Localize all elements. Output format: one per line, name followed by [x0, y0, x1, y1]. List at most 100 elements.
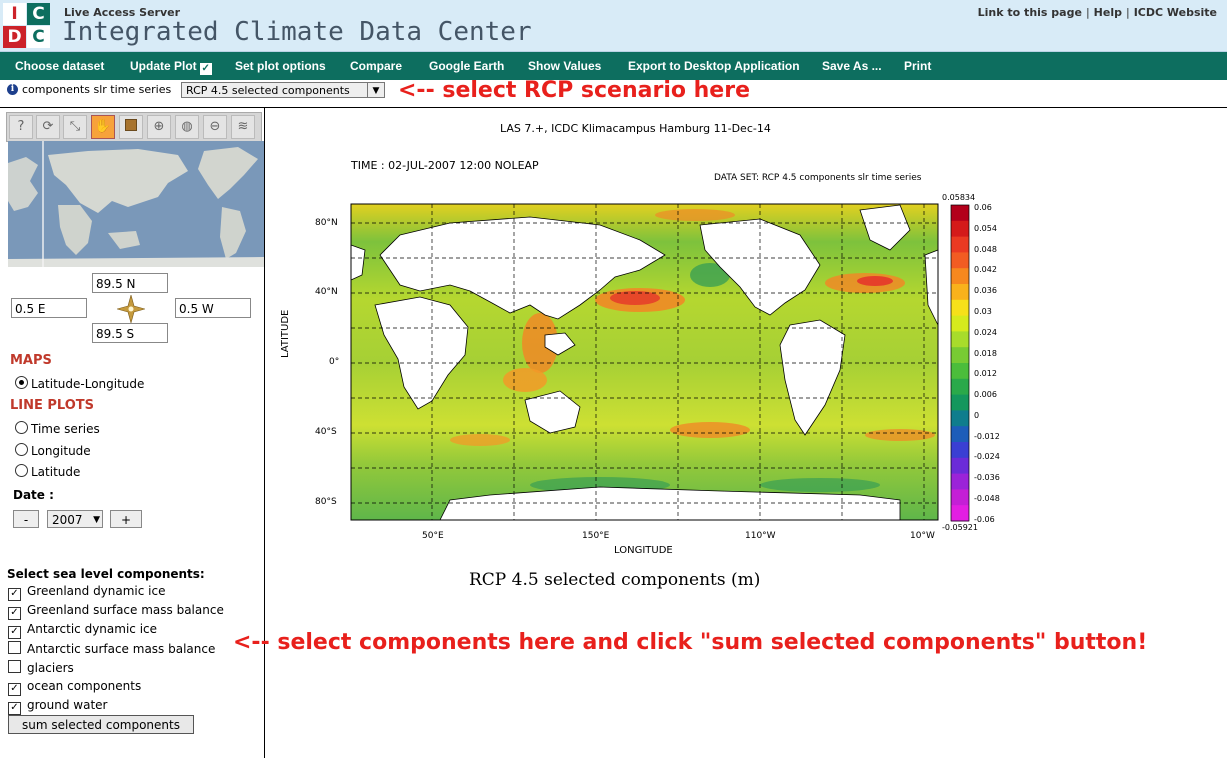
colorbar-tick-label: 0.06 — [974, 203, 992, 212]
colorbar-swatch — [951, 252, 969, 269]
menu-show-values[interactable]: Show Values — [528, 59, 601, 73]
globe-icon[interactable]: ◍ — [175, 115, 199, 139]
component-checkbox[interactable]: ✓ Antarctic dynamic ice — [8, 622, 157, 639]
colorbar-tick-label: 0.012 — [974, 369, 997, 379]
checkbox-icon[interactable]: ✓ — [8, 607, 21, 620]
component-checkbox[interactable]: ✓ Greenland surface mass balance — [8, 603, 224, 620]
colorbar-swatch — [951, 505, 969, 522]
box-icon[interactable] — [119, 115, 143, 139]
colorbar-swatch — [951, 457, 969, 475]
menu-compare[interactable]: Compare — [350, 59, 402, 73]
dataset-name: components slr time series — [22, 83, 172, 96]
icdc-website-link[interactable]: ICDC Website — [1134, 6, 1217, 19]
date-minus-button[interactable]: - — [13, 510, 39, 528]
help-link[interactable]: Help — [1094, 6, 1122, 19]
y-tick-label: 80°N — [315, 218, 338, 228]
chevron-down-icon[interactable]: ▼ — [367, 83, 384, 97]
checkbox-icon[interactable]: ✓ — [8, 588, 21, 601]
date-label: Date : — [13, 488, 54, 502]
component-checkbox[interactable]: ✓ ocean components — [8, 679, 141, 696]
component-checkbox[interactable]: ✓ ground water — [8, 698, 107, 715]
menu-save-as[interactable]: Save As ... — [822, 59, 882, 73]
menu-choose-dataset[interactable]: Choose dataset — [15, 59, 104, 73]
date-plus-button[interactable]: + — [110, 510, 142, 528]
radio-label: Longitude — [31, 444, 91, 458]
zoom-out-icon[interactable]: ⊖ — [203, 115, 227, 139]
sea-level-map[interactable] — [300, 195, 980, 535]
colorbar-swatch — [951, 363, 969, 380]
colorbar-tick-label: -0.036 — [974, 473, 1000, 483]
lineplots-heading: LINE PLOTS — [10, 398, 95, 413]
x-axis-label: LONGITUDE — [614, 545, 673, 556]
checkbox-icon[interactable] — [8, 660, 21, 673]
year-select[interactable]: 2007 ▼ — [47, 510, 103, 528]
radio-icon[interactable] — [15, 421, 28, 434]
rcp-annotation: <-- select RCP scenario here — [398, 78, 750, 103]
chevron-down-icon[interactable]: ▼ — [93, 511, 100, 529]
menu-update-plot[interactable]: Update Plot ✓ — [130, 59, 212, 75]
checkbox-icon[interactable]: ✓ — [8, 626, 21, 639]
colorbar-swatch — [951, 299, 969, 317]
checkbox-icon[interactable]: ✓ — [8, 702, 21, 715]
help-icon[interactable]: ? — [9, 115, 33, 139]
plot-header: LAS 7.+, ICDC Klimacampus Hamburg 11-Dec… — [500, 122, 771, 135]
y-tick-label: 80°S — [315, 497, 337, 507]
colorbar-tick-label: -0.06 — [974, 514, 995, 524]
radio-latitude[interactable]: Latitude — [15, 464, 80, 479]
colorbar-swatch — [951, 220, 969, 238]
x-tick-label: 110°W — [745, 531, 776, 541]
checkbox-icon[interactable]: ✓ — [8, 683, 21, 696]
north-coord-input[interactable]: 89.5 N — [92, 273, 168, 293]
x-tick-label: 150°E — [582, 531, 610, 541]
colorbar-swatch — [951, 268, 969, 285]
radio-label: Latitude-Longitude — [31, 377, 145, 391]
colorbar-swatch — [951, 442, 969, 459]
radio-icon[interactable] — [15, 464, 28, 477]
menu-google-earth[interactable]: Google Earth — [429, 59, 504, 73]
component-checkbox[interactable]: Antarctic surface mass balance — [8, 641, 215, 656]
component-label: Antarctic surface mass balance — [27, 642, 216, 656]
maps-heading: MAPS — [10, 353, 52, 368]
radio-icon[interactable] — [15, 443, 28, 456]
radio-selected-icon[interactable] — [15, 376, 28, 389]
y-tick-label: 0° — [329, 357, 340, 367]
colorbar-tick-label: 0.024 — [974, 327, 997, 337]
colorbar-tick-label: 0.018 — [974, 348, 997, 358]
component-label: ocean components — [27, 679, 142, 693]
rcp-scenario-select[interactable]: RCP 4.5 selected components ▼ — [181, 82, 385, 98]
radio-longitude[interactable]: Longitude — [15, 443, 91, 458]
colorbar-tick-label: -0.012 — [974, 431, 1000, 441]
info-icon[interactable]: i — [7, 84, 18, 95]
check-icon[interactable]: ✓ — [199, 63, 212, 75]
page-title: Integrated Climate Data Center — [62, 17, 532, 47]
component-checkbox[interactable]: ✓ Greenland dynamic ice — [8, 584, 166, 601]
colorbar-swatch — [951, 331, 969, 348]
colorbar-swatch — [951, 410, 969, 427]
component-checkbox[interactable]: glaciers — [8, 660, 74, 675]
checkbox-icon[interactable] — [8, 641, 21, 654]
colorbar-tick-label: -0.024 — [974, 452, 1000, 462]
menu-print[interactable]: Print — [904, 59, 931, 73]
y-tick-label: 40°S — [315, 427, 337, 437]
sum-components-button[interactable]: sum selected components — [8, 715, 194, 734]
colorbar-swatch — [951, 426, 969, 443]
layers-icon[interactable]: ≋ — [231, 115, 255, 139]
components-heading: Select sea level components: — [7, 567, 205, 581]
menu-set-plot-options[interactable]: Set plot options — [235, 59, 326, 73]
reset-icon[interactable]: ⟳ — [36, 115, 60, 139]
colorbar-tick-label: 0.036 — [974, 286, 997, 296]
radio-time-series[interactable]: Time series — [15, 421, 100, 436]
west-coord-input[interactable]: 0.5 E — [11, 298, 87, 318]
pan-icon[interactable]: ⤡ — [63, 115, 87, 139]
menu-export[interactable]: Export to Desktop Application — [628, 59, 800, 73]
region-minimap[interactable] — [8, 141, 264, 267]
south-coord-input[interactable]: 89.5 S — [92, 323, 168, 343]
zoom-in-icon[interactable]: ⊕ — [147, 115, 171, 139]
year-value: 2007 — [52, 513, 83, 527]
east-coord-input[interactable]: 0.5 W — [175, 298, 251, 318]
icdc-logo[interactable]: I C D C — [3, 3, 51, 49]
hand-icon[interactable]: ✋ — [91, 115, 115, 139]
link-to-page[interactable]: Link to this page — [978, 6, 1082, 19]
logo-letter: C — [27, 26, 50, 48]
radio-latitude-longitude[interactable]: Latitude-Longitude — [15, 376, 144, 391]
